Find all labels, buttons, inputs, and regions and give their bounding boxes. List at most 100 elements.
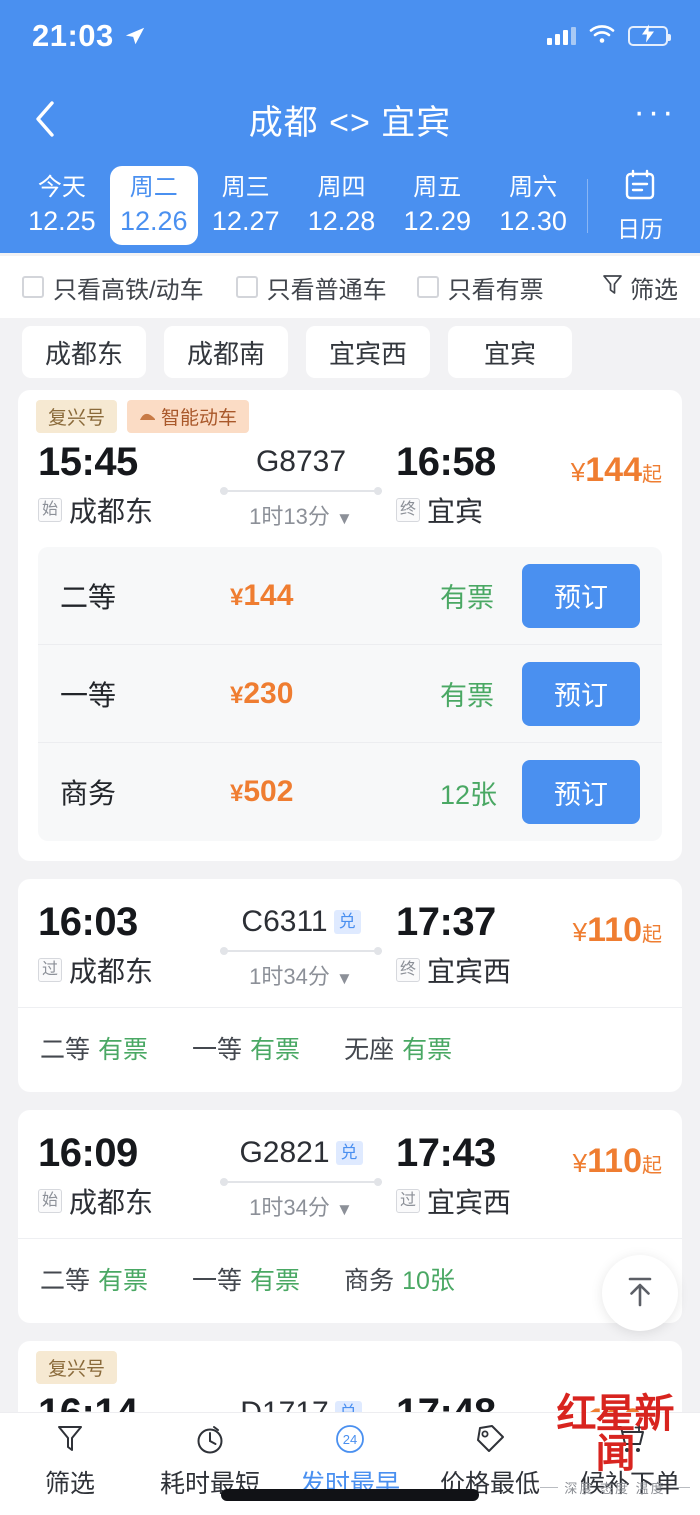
- checkbox-high-speed[interactable]: 只看高铁/动车: [22, 270, 204, 305]
- station-chip-3[interactable]: 宜宾: [448, 326, 572, 378]
- price-from: ¥110起: [564, 1402, 662, 1412]
- checkbox-label: 只看普通车: [266, 276, 387, 304]
- train-card[interactable]: 16:03 过 成都东 C6311 兑 1时34分 ▼ 17:37 终 宜宾西 …: [18, 879, 682, 1092]
- page-title: 成都 <> 宜宾: [248, 103, 452, 142]
- exchange-badge: 兑: [333, 910, 361, 934]
- seat-class-price: ¥502: [230, 775, 440, 809]
- arrive-station: 宜宾西: [427, 1187, 512, 1218]
- depart-tag: 始: [38, 1189, 63, 1213]
- train-number-text: D1717: [240, 1396, 328, 1412]
- checkbox-box[interactable]: [235, 276, 258, 298]
- station-chip-1[interactable]: 成都南: [164, 326, 288, 378]
- seat-summary-item: 二等 有票: [40, 1261, 148, 1297]
- checkbox-has-tickets[interactable]: 只看有票: [416, 270, 544, 305]
- seat-summary-item: 二等 有票: [40, 1030, 148, 1066]
- price-value: 110: [587, 1142, 642, 1180]
- train-middle-block[interactable]: G2821 兑 1时34分 ▼: [206, 1130, 396, 1222]
- badge-label: 复兴号: [48, 408, 106, 429]
- filter-button[interactable]: 筛选: [602, 270, 678, 305]
- arrive-time: 17:48: [396, 1390, 564, 1412]
- depart-station: 成都东: [69, 1187, 154, 1218]
- date-tab-0[interactable]: 今天 12.25: [14, 166, 110, 245]
- train-summary-row[interactable]: 16:09 始 成都东 G2821 兑 1时34分 ▼ 17:43 过 宜宾西 …: [18, 1110, 682, 1238]
- price-from: ¥110起: [564, 911, 662, 950]
- bottom-nav-waitlist-order[interactable]: 候补下单: [560, 1423, 700, 1500]
- arrive-time: 17:37: [396, 900, 496, 944]
- arrive-station-line: 终 宜宾西: [396, 950, 564, 990]
- price-from: ¥110起: [564, 1142, 662, 1181]
- stopwatch-icon: [194, 1423, 226, 1460]
- date-tab-3[interactable]: 周四 12.28: [294, 166, 390, 245]
- date-tab-dow: 周五: [413, 173, 462, 201]
- calendar-icon: [623, 168, 657, 207]
- app-screen: 21:03 成都 <> 宜宾 ··· 今天 12.25 周二 12.26 周三 …: [0, 0, 700, 1515]
- status-bar-left: 21:03: [32, 18, 146, 54]
- arrive-block: 16:58 终 宜宾: [396, 439, 564, 530]
- depart-time: 16:09: [38, 1131, 138, 1175]
- duration-row[interactable]: 1时34分 ▼: [206, 959, 396, 991]
- exchange-badge: 兑: [335, 1141, 363, 1165]
- book-button[interactable]: 预订: [522, 661, 640, 726]
- funnel-icon: [602, 273, 623, 301]
- price-block: ¥110起: [564, 1130, 662, 1181]
- calendar-button[interactable]: 日历: [594, 168, 686, 244]
- book-button[interactable]: 预订: [522, 760, 640, 824]
- date-tab-4[interactable]: 周五 12.29: [389, 166, 485, 245]
- seat-stock: 有票: [440, 583, 494, 613]
- arrive-tag: 终: [396, 958, 421, 982]
- scroll-to-top-icon: [622, 1272, 658, 1315]
- train-middle-block[interactable]: G8737 1时13分 ▼: [206, 439, 396, 531]
- checkbox-normal-train[interactable]: 只看普通车: [235, 270, 387, 305]
- train-number: C6311 兑: [206, 905, 396, 939]
- train-number-text: G8737: [255, 445, 347, 478]
- train-middle-block[interactable]: C6311 兑 1时34分 ▼: [206, 899, 396, 991]
- status-bar: 21:03: [0, 0, 700, 72]
- train-middle-block[interactable]: D1717 兑 1时34分 ▼: [206, 1390, 396, 1412]
- train-number: D1717 兑: [206, 1396, 396, 1412]
- seat-summary: 二等 有票 一等 有票 无座 有票: [18, 1007, 682, 1090]
- scroll-to-top-button[interactable]: [602, 1255, 678, 1331]
- train-number: G2821 兑: [206, 1136, 396, 1170]
- currency-symbol: ¥: [230, 583, 244, 611]
- more-dots-icon[interactable]: ···: [610, 93, 700, 146]
- train-summary-row[interactable]: 16:03 过 成都东 C6311 兑 1时34分 ▼ 17:37 终 宜宾西 …: [18, 879, 682, 1007]
- bottom-nav-filter[interactable]: 筛选: [0, 1423, 140, 1500]
- seat-class-row: 商务 ¥502 12张 预订: [38, 743, 662, 841]
- price-from: ¥144起: [564, 451, 662, 490]
- date-tab-num: 12.30: [499, 205, 567, 236]
- station-chip-2[interactable]: 宜宾西: [306, 326, 430, 378]
- seat-summary-item: 一等 有票: [192, 1261, 300, 1297]
- arrive-time: 16:58: [396, 440, 496, 484]
- chevron-down-icon[interactable]: ▼: [336, 509, 353, 528]
- checkbox-label: 只看高铁/动车: [53, 276, 204, 304]
- date-tab-1[interactable]: 周二 12.26: [109, 165, 198, 246]
- depart-tag: 过: [38, 958, 63, 982]
- seat-price-value: 502: [243, 775, 294, 808]
- chevron-down-icon[interactable]: ▼: [336, 1200, 353, 1219]
- chevron-down-icon[interactable]: ▼: [336, 969, 353, 988]
- train-summary-row[interactable]: 15:45 始 成都东 G8737 1时13分 ▼ 16:58 终 宜宾 ¥14…: [18, 433, 682, 547]
- bottom-nav-label: 筛选: [44, 1470, 95, 1498]
- duration-row[interactable]: 1时34分 ▼: [206, 1190, 396, 1222]
- train-number-text: C6311: [241, 905, 328, 938]
- checkbox-box[interactable]: [22, 276, 44, 298]
- checkbox-label: 只看有票: [447, 276, 544, 304]
- train-list[interactable]: 复兴号 智能动车 15:45 始 成都东 G8737 1时13分 ▼ 16:58…: [0, 390, 700, 1412]
- train-badges: 复兴号 智能动车: [18, 390, 682, 433]
- date-tab-2[interactable]: 周三 12.27: [198, 166, 294, 245]
- book-button[interactable]: 预订: [522, 563, 640, 628]
- depart-block: 16:14 过 成都东: [38, 1390, 206, 1412]
- checkbox-box[interactable]: [416, 276, 439, 298]
- seat-summary-item: 商务 10张: [344, 1261, 455, 1297]
- train-card[interactable]: 16:09 始 成都东 G2821 兑 1时34分 ▼ 17:43 过 宜宾西 …: [18, 1110, 682, 1323]
- station-chip-0[interactable]: 成都东: [22, 326, 146, 378]
- train-card[interactable]: 复兴号 16:14 过 成都东 D1717 兑: [18, 1341, 682, 1412]
- train-summary-row[interactable]: 16:14 过 成都东 D1717 兑 1时34分 ▼: [18, 1384, 682, 1412]
- seat-summary-item: 一等 有票: [192, 1030, 300, 1066]
- seat-summary-stock: 有票: [250, 1036, 301, 1064]
- date-tab-5[interactable]: 周六 12.30: [485, 166, 581, 245]
- train-card[interactable]: 复兴号 智能动车 15:45 始 成都东 G8737 1时13分 ▼ 16:58…: [18, 390, 682, 861]
- back-button[interactable]: [0, 99, 90, 139]
- route-line: [220, 945, 382, 957]
- duration-row[interactable]: 1时13分 ▼: [206, 499, 396, 531]
